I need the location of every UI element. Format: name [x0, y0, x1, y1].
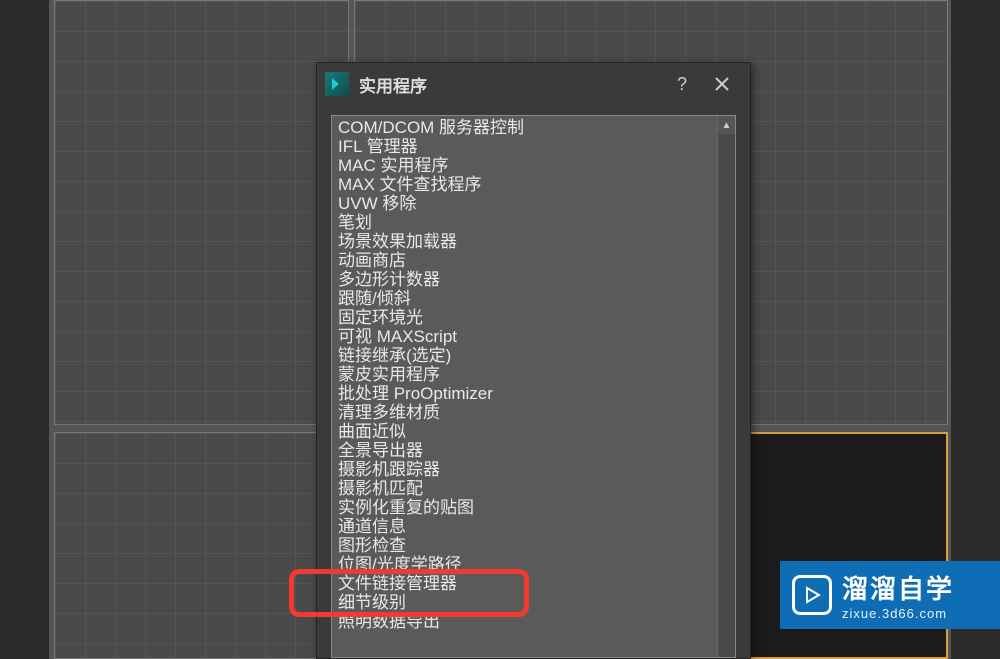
- list-item[interactable]: 动画商店: [336, 251, 713, 270]
- list-item[interactable]: UVW 移除: [336, 194, 713, 213]
- viewport-bottom-left[interactable]: [54, 432, 349, 659]
- list-item[interactable]: 位图/光度学路径: [336, 555, 713, 574]
- utilities-dialog: 实用程序 ? COM/DCOM 服务器控制IFL 管理器MAC 实用程序MAX …: [316, 62, 751, 659]
- list-item[interactable]: 跟随/倾斜: [336, 289, 713, 308]
- list-item[interactable]: 摄影机匹配: [336, 479, 713, 498]
- watermark-url: zixue.3d66.com: [842, 606, 954, 621]
- app-icon: [325, 72, 349, 96]
- list-item[interactable]: 照明数据导出: [336, 612, 713, 631]
- list-item[interactable]: MAC 实用程序: [336, 156, 713, 175]
- list-item[interactable]: 多边形计数器: [336, 270, 713, 289]
- list-item[interactable]: 通道信息: [336, 517, 713, 536]
- list-item[interactable]: 固定环境光: [336, 308, 713, 327]
- viewport-top-left[interactable]: [54, 0, 349, 425]
- scrollbar[interactable]: ▲: [717, 116, 735, 657]
- close-button[interactable]: [702, 68, 742, 100]
- list-item[interactable]: 文件链接管理器: [336, 574, 713, 593]
- list-item[interactable]: 批处理 ProOptimizer: [336, 384, 713, 403]
- utilities-listbox[interactable]: COM/DCOM 服务器控制IFL 管理器MAC 实用程序MAX 文件查找程序U…: [332, 116, 717, 657]
- list-item[interactable]: 笔划: [336, 213, 713, 232]
- watermark-logo-icon: [792, 575, 832, 615]
- list-item[interactable]: 摄影机跟踪器: [336, 460, 713, 479]
- utilities-listbox-container: COM/DCOM 服务器控制IFL 管理器MAC 实用程序MAX 文件查找程序U…: [331, 115, 736, 658]
- list-item[interactable]: MAX 文件查找程序: [336, 175, 713, 194]
- dialog-title: 实用程序: [359, 72, 662, 97]
- watermark: 溜溜自学 zixue.3d66.com: [780, 561, 1000, 629]
- list-item[interactable]: 细节级别: [336, 593, 713, 612]
- list-item[interactable]: IFL 管理器: [336, 137, 713, 156]
- dialog-titlebar[interactable]: 实用程序 ?: [317, 63, 750, 105]
- list-item[interactable]: 实例化重复的贴图: [336, 498, 713, 517]
- list-item[interactable]: 全景导出器: [336, 441, 713, 460]
- list-item[interactable]: 图形检查: [336, 536, 713, 555]
- list-item[interactable]: 蒙皮实用程序: [336, 365, 713, 384]
- list-item[interactable]: COM/DCOM 服务器控制: [336, 118, 713, 137]
- list-item[interactable]: 可视 MAXScript: [336, 327, 713, 346]
- help-button[interactable]: ?: [662, 68, 702, 100]
- scroll-up-button[interactable]: ▲: [718, 116, 735, 134]
- watermark-title: 溜溜自学: [842, 569, 954, 606]
- list-item[interactable]: 链接继承(选定): [336, 346, 713, 365]
- list-item[interactable]: 清理多维材质: [336, 403, 713, 422]
- watermark-text: 溜溜自学 zixue.3d66.com: [842, 569, 954, 621]
- list-item[interactable]: 场景效果加载器: [336, 232, 713, 251]
- list-item[interactable]: 曲面近似: [336, 422, 713, 441]
